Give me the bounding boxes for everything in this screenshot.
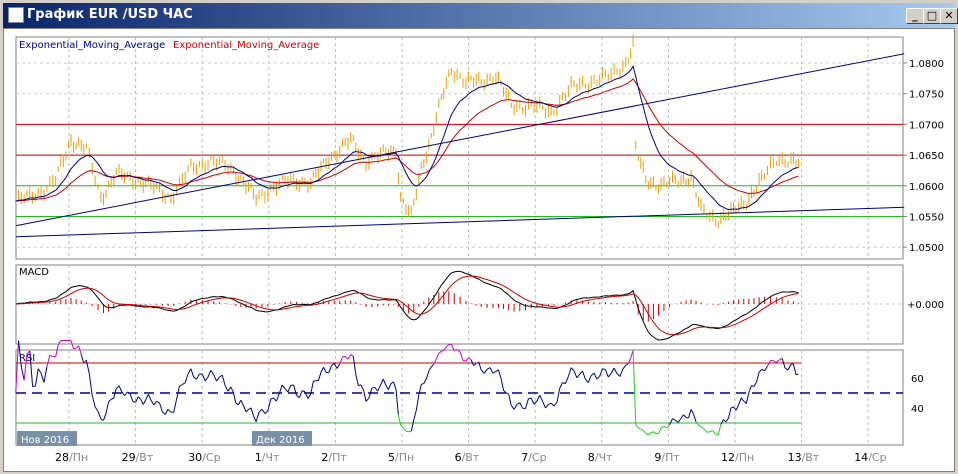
- price-tick-label: 1.0650: [909, 151, 944, 162]
- macd-label: MACD: [19, 267, 49, 278]
- x-tick-label: 2/Пт: [321, 451, 347, 464]
- rsi-line-segment: [408, 430, 412, 433]
- rsi-line-segment: [73, 347, 77, 350]
- chart-window[interactable]: 1.0800 1.0750 1.0700 1.0650 1.0600 1.0550 1.05…: [3, 28, 955, 472]
- month-label: Нов 2016: [21, 435, 69, 446]
- x-tick-label: 14/Ср: [854, 451, 886, 464]
- month-label: Дек 2016: [256, 435, 305, 446]
- x-tick-label: 29/Вт: [122, 451, 154, 464]
- rsi-line-segment: [445, 344, 450, 348]
- x-tick-label: 28/Пн: [55, 451, 88, 464]
- x-tick-label: 13/Вт: [788, 451, 820, 464]
- rsi-line-segment: [770, 359, 774, 362]
- x-tick-label: 8/Чт: [588, 451, 613, 464]
- price-panel: [15, 36, 904, 260]
- price-tick-label: 1.0500: [909, 243, 944, 254]
- price-tick-label: 1.0750: [909, 90, 944, 101]
- legend-ema-slow: Exponential_Moving_Average: [173, 40, 319, 51]
- x-tick-label: 6/Вт: [455, 451, 480, 464]
- price-tick-label: 1.0550: [909, 213, 944, 224]
- price-tick-label: 1.0600: [909, 182, 944, 193]
- chart-canvas[interactable]: 1.0800 1.0750 1.0700 1.0650 1.0600 1.0550 1.05…: [1, 1, 951, 464]
- x-tick-label: 5/Пн: [388, 451, 414, 464]
- x-tick-label: 1/Чт: [255, 451, 280, 464]
- legend-ema-fast: Exponential_Moving_Average: [19, 40, 165, 51]
- rsi-line-segment: [795, 373, 799, 376]
- x-tick-label: 7/Ср: [521, 451, 546, 464]
- rsi-line-segment: [528, 397, 532, 400]
- rsi-panel: [15, 349, 904, 446]
- rsi-line-segment: [342, 355, 346, 358]
- rsi-line-segment: [371, 386, 375, 389]
- x-tick-label: 12/Пн: [721, 451, 754, 464]
- price-tick-label: 1.0800: [909, 59, 944, 70]
- rsi-label: RSI: [19, 353, 35, 364]
- rsi-tick-label: 40: [911, 404, 924, 415]
- x-tick-label: 30/Ср: [188, 451, 220, 464]
- macd-zero-tick: +0.000: [907, 300, 944, 311]
- price-tick-label: 1.0700: [909, 120, 944, 131]
- rsi-tick-label: 60: [911, 374, 924, 385]
- x-tick-label: 9/Пт: [654, 451, 680, 464]
- rsi-line-segment: [706, 431, 710, 433]
